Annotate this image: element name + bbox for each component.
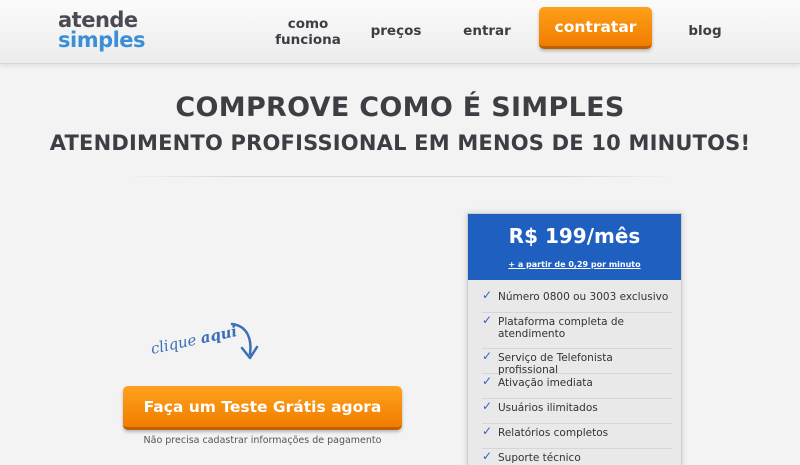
price-per-minute-link[interactable]: + a partir de 0,29 por minuto (468, 260, 681, 269)
feature-item: ✓ Serviço de Telefonista profissional (482, 349, 672, 376)
logo-text-bottom: simples (58, 28, 146, 52)
hero-subtitle: ATENDIMENTO PROFISSIONAL EM MENOS DE 10 … (49, 131, 751, 155)
nav-como-line1: como (287, 16, 329, 32)
nav-como-line2: funciona (275, 32, 341, 48)
logo-text-top: atende (58, 8, 138, 32)
feature-list: ✓ Número 0800 ou 3003 exclusivo ✓ Plataf… (482, 288, 672, 465)
check-icon: ✓ (482, 349, 493, 363)
nav-como-funciona[interactable]: como funciona (270, 16, 346, 48)
nav-blog[interactable]: blog (684, 23, 726, 39)
feature-label: Ativação imediata (498, 377, 593, 389)
check-icon: ✓ (482, 288, 493, 302)
check-icon: ✓ (482, 424, 493, 438)
feature-item: ✓ Plataforma completa de atendimento (482, 313, 672, 349)
pricing-card-header: R$ 199/mês + a partir de 0,29 por minuto (468, 214, 681, 280)
cta-note: Não precisa cadastrar informações de pag… (143, 435, 382, 446)
nav-entrar[interactable]: entrar (460, 23, 514, 39)
feature-item: ✓ Usuários ilimitados (482, 399, 672, 424)
logo[interactable]: atende simples (58, 8, 146, 52)
pricing-card: R$ 199/mês + a partir de 0,29 por minuto… (467, 213, 682, 465)
check-icon: ✓ (482, 449, 493, 463)
feature-label: Serviço de Telefonista profissional (498, 352, 613, 376)
feature-label: Relatórios completos (498, 427, 609, 439)
feature-label: Plataforma completa de atendimento (498, 316, 624, 340)
feature-label: Suporte técnico (498, 452, 581, 464)
check-icon: ✓ (482, 313, 493, 327)
check-icon: ✓ (482, 374, 493, 388)
nav-precos[interactable]: preços (370, 23, 422, 39)
contratar-button[interactable]: contratar (539, 7, 652, 49)
site-header: atende simples como funciona preços entr… (0, 0, 800, 64)
feature-item: ✓ Número 0800 ou 3003 exclusivo (482, 288, 672, 313)
hint-word-clique: clique (149, 330, 198, 358)
feature-label: Número 0800 ou 3003 exclusivo (498, 291, 669, 303)
check-icon: ✓ (482, 399, 493, 413)
feature-item: ✓ Ativação imediata (482, 374, 672, 399)
price: R$ 199/mês (508, 224, 641, 248)
hero-title: COMPROVE COMO É SIMPLES (175, 92, 625, 123)
feature-item: ✓ Relatórios completos (482, 424, 672, 449)
feature-label: Usuários ilimitados (498, 402, 598, 414)
curved-arrow-icon (230, 322, 259, 360)
section-divider (122, 176, 678, 177)
feature-item: ✓ Suporte técnico (482, 449, 672, 465)
free-trial-button[interactable]: Faça um Teste Grátis agora (123, 386, 402, 430)
